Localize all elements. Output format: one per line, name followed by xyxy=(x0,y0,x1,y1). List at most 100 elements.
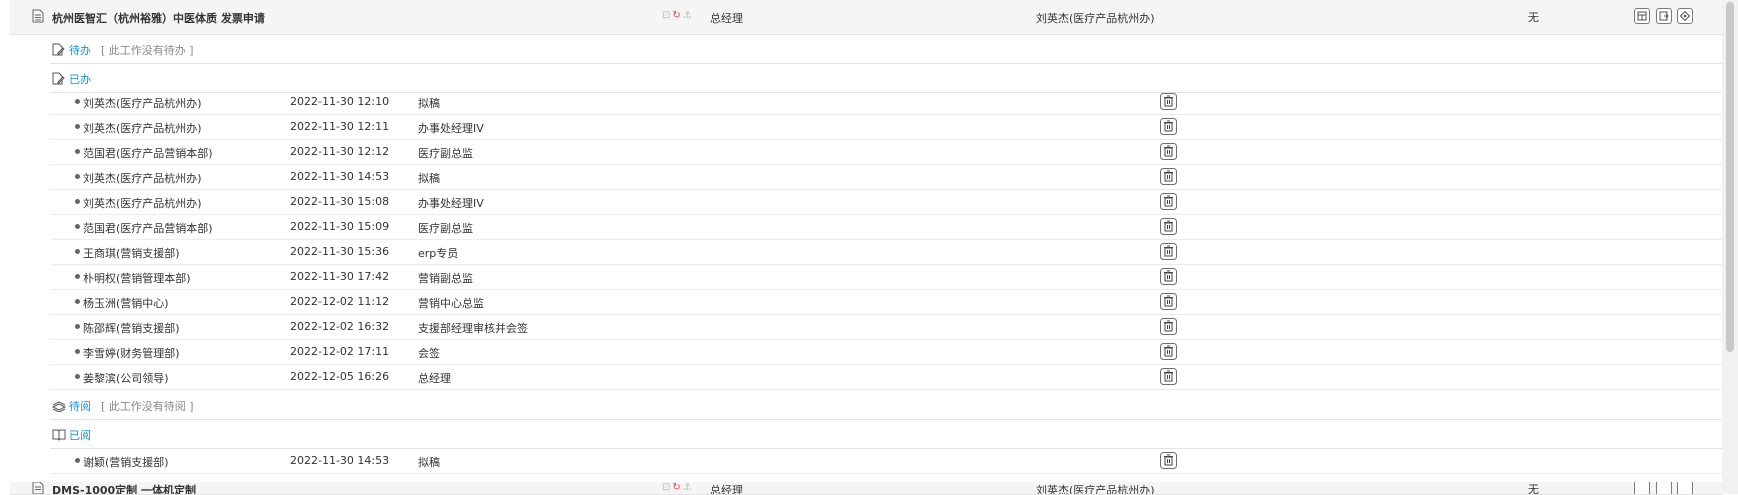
export-button[interactable] xyxy=(1634,8,1650,24)
trash-icon xyxy=(1160,268,1177,285)
trash-icon xyxy=(1160,293,1177,310)
step-name: 拟稿 xyxy=(418,97,440,110)
list-item: 姜黎滨(公司领导) 2022-12-05 16:26 总经理 xyxy=(50,364,1722,390)
handled-time: 2022-11-30 14:53 xyxy=(290,454,390,467)
delete-button[interactable] xyxy=(1160,218,1177,235)
list-item: 朴明权(营销管理本部) 2022-11-30 17:42 营销副总监 xyxy=(50,264,1722,290)
trash-icon xyxy=(1160,193,1177,210)
list-item: 王商琪(营销支援部) 2022-11-30 15:36 erp专员 xyxy=(50,239,1722,265)
handled-time: 2022-11-30 14:53 xyxy=(290,170,390,183)
delete-button[interactable] xyxy=(1160,343,1177,360)
anchor-icon: ⚓ xyxy=(682,10,694,21)
trash-icon xyxy=(1160,343,1177,360)
bullet-icon xyxy=(75,199,80,204)
document-header-row[interactable]: 杭州医智汇（杭州裕雅）中医体质 发票申请 ⊡↻⚓ 总经理 刘英杰(医疗产品杭州办… xyxy=(10,0,1722,35)
section-done-title[interactable]: 已办 xyxy=(69,71,91,87)
handled-time: 2022-11-30 15:08 xyxy=(290,195,390,208)
export-button[interactable] xyxy=(1634,482,1650,494)
handler-name: 刘英杰(医疗产品杭州办) xyxy=(83,122,202,135)
list-item: 刘英杰(医疗产品杭州办) 2022-11-30 14:53 拟稿 xyxy=(50,164,1722,190)
refresh-icon: ↻ xyxy=(672,482,683,493)
section-to-read: 待阅 [ 此工作没有待阅 ] xyxy=(50,391,1722,420)
anchor-icon: ⚓ xyxy=(682,482,694,493)
delete-button[interactable] xyxy=(1160,118,1177,135)
handler-name: 陈邵辉(营销支援部) xyxy=(83,322,180,335)
handled-time: 2022-11-30 15:36 xyxy=(290,245,390,258)
delete-button[interactable] xyxy=(1160,368,1177,385)
delete-button[interactable] xyxy=(1160,268,1177,285)
next-document-person: 刘英杰(医疗产品杭州办) xyxy=(1036,484,1155,495)
delete-button[interactable] xyxy=(1160,452,1177,469)
handler-name: 谢颖(营销支援部) xyxy=(83,456,169,469)
exit-button[interactable] xyxy=(1655,8,1672,24)
handled-time: 2022-12-02 17:11 xyxy=(290,345,390,358)
document-action-buttons xyxy=(1634,8,1695,24)
list-item: 陈邵辉(营销支援部) 2022-12-02 16:32 支援部经理审核并会签 xyxy=(50,314,1722,340)
handled-time: 2022-11-30 12:10 xyxy=(290,95,390,108)
next-document-title[interactable]: DMS-1000定制 一体机定制 xyxy=(52,482,196,494)
bullet-icon xyxy=(75,458,80,463)
handler-name: 范国君(医疗产品营销本部) xyxy=(83,222,213,235)
delete-button[interactable] xyxy=(1160,318,1177,335)
step-name: 营销中心总监 xyxy=(418,297,484,310)
diamond-button[interactable] xyxy=(1677,8,1693,24)
document-title[interactable]: 杭州医智汇（杭州裕雅）中医体质 发票申请 xyxy=(52,10,265,26)
next-document-attachments: 无 xyxy=(1528,483,1539,495)
trash-icon xyxy=(1160,218,1177,235)
bullet-icon xyxy=(75,274,80,279)
step-name: 支援部经理审核并会签 xyxy=(418,322,528,335)
trash-icon xyxy=(1160,318,1177,335)
handler-name: 刘英杰(医疗产品杭州办) xyxy=(83,172,202,185)
handler-name: 朴明权(营销管理本部) xyxy=(83,272,191,285)
bullet-icon xyxy=(75,249,80,254)
document-attachments: 无 xyxy=(1528,11,1539,24)
status-mini-icons: ⊡↻⚓ xyxy=(662,10,694,21)
handler-name: 李雪婷(财务管理部) xyxy=(83,347,180,360)
delete-button[interactable] xyxy=(1160,293,1177,310)
step-name: 拟稿 xyxy=(418,456,440,469)
bullet-icon xyxy=(75,374,80,379)
section-todo-note: [ 此工作没有待办 ] xyxy=(101,44,194,57)
delete-button[interactable] xyxy=(1160,168,1177,185)
edit-document-icon xyxy=(52,43,65,56)
bullet-icon xyxy=(75,124,80,129)
delete-button[interactable] xyxy=(1160,243,1177,260)
edit-document-icon xyxy=(52,72,65,85)
step-name: 医疗副总监 xyxy=(418,222,473,235)
exit-button[interactable] xyxy=(1655,482,1672,494)
list-item: 李雪婷(财务管理部) 2022-12-02 17:11 会签 xyxy=(50,339,1722,365)
list-item: 刘英杰(医疗产品杭州办) 2022-11-30 12:11 办事处经理IV xyxy=(50,114,1722,140)
trash-icon xyxy=(1160,93,1177,110)
step-name: 办事处经理IV xyxy=(418,122,484,135)
book-stack-icon xyxy=(52,401,66,412)
handled-time: 2022-12-02 11:12 xyxy=(290,295,390,308)
scrollbar-thumb[interactable] xyxy=(1726,2,1734,352)
trash-icon xyxy=(1160,143,1177,160)
section-to-read-title[interactable]: 待阅 xyxy=(69,398,91,414)
document-icon xyxy=(32,482,44,494)
document-icon xyxy=(32,9,44,23)
list-item: 刘英杰(医疗产品杭州办) 2022-11-30 15:08 办事处经理IV xyxy=(50,189,1722,215)
section-todo-title[interactable]: 待办 xyxy=(69,42,91,58)
list-item: 范国君(医疗产品营销本部) 2022-11-30 15:09 医疗副总监 xyxy=(50,214,1722,240)
section-todo: 待办 [ 此工作没有待办 ] xyxy=(50,35,1722,64)
delete-button[interactable] xyxy=(1160,193,1177,210)
section-read-title[interactable]: 已阅 xyxy=(69,427,91,443)
handler-name: 刘英杰(医疗产品杭州办) xyxy=(83,197,202,210)
next-document-header-row[interactable]: DMS-1000定制 一体机定制 ⊡↻⚓ 总经理 刘英杰(医疗产品杭州办) 无 xyxy=(10,482,1722,495)
diamond-icon xyxy=(1680,11,1690,21)
delete-button[interactable] xyxy=(1160,93,1177,110)
vertical-scrollbar[interactable] xyxy=(1722,0,1738,494)
handled-time: 2022-11-30 12:12 xyxy=(290,145,390,158)
step-name: 办事处经理IV xyxy=(418,197,484,210)
section-to-read-note: [ 此工作没有待阅 ] xyxy=(101,400,194,413)
handler-name: 刘英杰(医疗产品杭州办) xyxy=(83,97,202,110)
list-item: 范国君(医疗产品营销本部) 2022-11-30 12:12 医疗副总监 xyxy=(50,139,1722,165)
list-item: 刘英杰(医疗产品杭州办) 2022-11-30 12:10 拟稿 xyxy=(50,89,1722,115)
open-book-icon xyxy=(52,429,66,441)
delete-button[interactable] xyxy=(1160,143,1177,160)
trash-icon xyxy=(1160,368,1177,385)
diamond-button[interactable] xyxy=(1677,482,1693,494)
handler-name: 姜黎滨(公司领导) xyxy=(83,372,169,385)
expand-icon: ⊡ xyxy=(662,482,673,493)
